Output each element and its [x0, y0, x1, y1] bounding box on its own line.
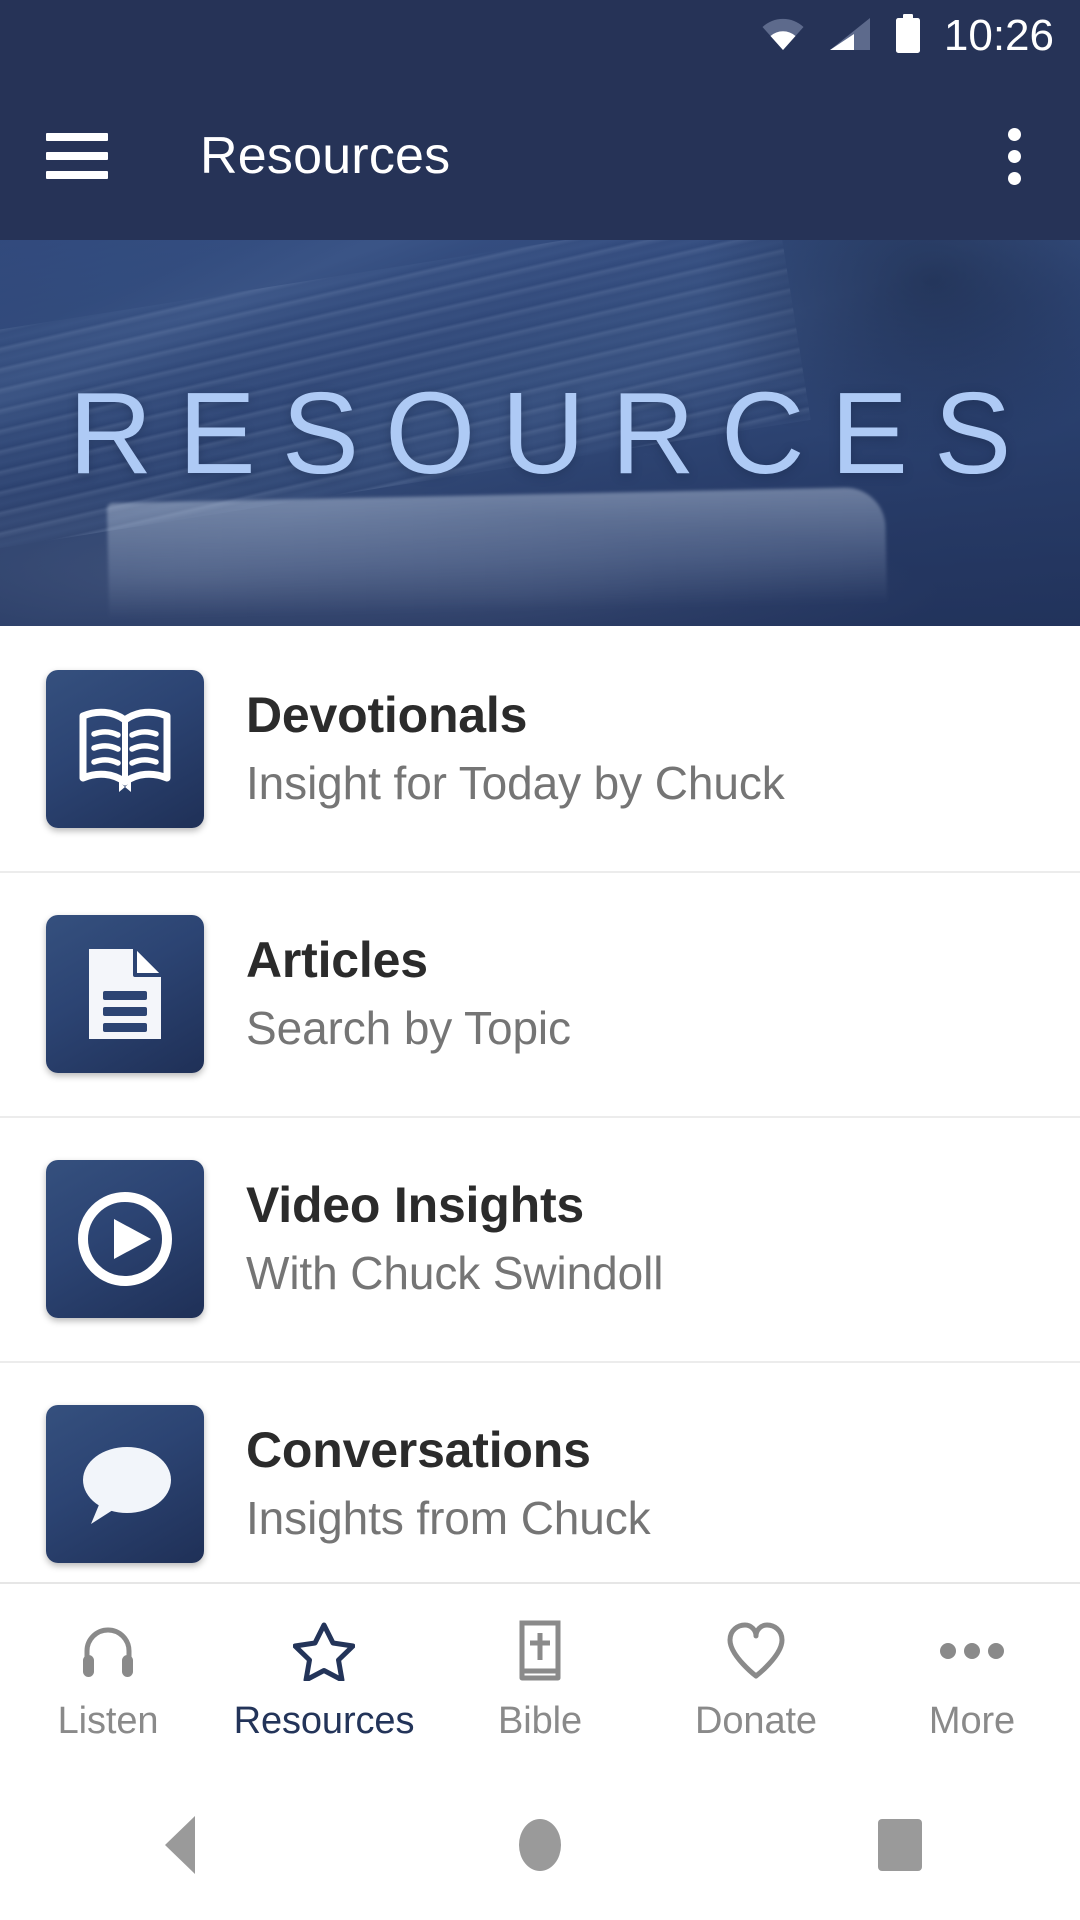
list-item-conversations[interactable]: Conversations Insights from Chuck	[0, 1361, 1080, 1582]
tile-conversations	[46, 1404, 204, 1563]
nav-item-listen[interactable]: Listen	[0, 1584, 216, 1770]
cellular-signal-icon	[828, 16, 872, 57]
wifi-icon	[760, 16, 806, 57]
speech-bubble-icon	[73, 1438, 177, 1530]
page-title: Resources	[200, 127, 451, 185]
recents-square-icon[interactable]	[820, 1795, 980, 1895]
list-item-text: Articles Search by Topic	[246, 931, 571, 1056]
list-item-articles[interactable]: Articles Search by Topic	[0, 871, 1080, 1116]
star-icon	[293, 1614, 355, 1688]
heart-icon	[725, 1614, 787, 1688]
list-item-subtitle: Search by Topic	[246, 1001, 571, 1054]
open-book-icon	[77, 704, 173, 794]
app-bar: Resources	[0, 72, 1080, 240]
bible-book-icon	[513, 1614, 567, 1688]
overflow-menu-icon[interactable]	[982, 124, 1046, 188]
hero-banner: RESOURCES	[0, 240, 1080, 626]
list-item-title: Articles	[246, 931, 428, 988]
home-circle-icon[interactable]	[460, 1795, 620, 1895]
android-system-navigation	[0, 1770, 1080, 1920]
tile-video-insights	[46, 1159, 204, 1318]
list-item-subtitle: Insight for Today by Chuck	[246, 756, 785, 809]
status-bar-icons	[760, 13, 922, 59]
hero-title: RESOURCES	[68, 368, 1038, 498]
nav-label: Listen	[57, 1700, 159, 1742]
nav-item-more[interactable]: More	[864, 1584, 1080, 1770]
list-item-title: Video Insights	[246, 1176, 584, 1233]
list-item-subtitle: Insights from Chuck	[246, 1491, 651, 1544]
more-ellipsis-icon	[939, 1614, 1005, 1688]
resources-list: Devotionals Insight for Today by Chuck A…	[0, 626, 1080, 1582]
battery-icon	[894, 13, 922, 59]
back-triangle-icon[interactable]	[100, 1795, 260, 1895]
list-item-subtitle: With Chuck Swindoll	[246, 1246, 664, 1299]
nav-item-donate[interactable]: Donate	[648, 1584, 864, 1770]
app-screen: 10:26 Resources RESOURCES Devotionals In…	[0, 0, 1080, 1920]
hamburger-menu-icon[interactable]	[46, 133, 108, 179]
document-icon	[81, 945, 169, 1043]
nav-label: Resources	[233, 1700, 415, 1742]
bottom-navigation: Listen Resources Bible Donate More	[0, 1582, 1080, 1770]
list-item-title: Conversations	[246, 1421, 591, 1478]
tile-devotionals	[46, 669, 204, 828]
list-item-text: Conversations Insights from Chuck	[246, 1421, 651, 1546]
list-item-video-insights[interactable]: Video Insights With Chuck Swindoll	[0, 1116, 1080, 1361]
nav-item-bible[interactable]: Bible	[432, 1584, 648, 1770]
list-item-title: Devotionals	[246, 686, 528, 743]
status-bar-clock: 10:26	[943, 11, 1054, 60]
nav-item-resources[interactable]: Resources	[216, 1584, 432, 1770]
status-bar: 10:26	[0, 0, 1080, 72]
headphones-icon	[78, 1614, 138, 1688]
list-item-text: Devotionals Insight for Today by Chuck	[246, 686, 785, 811]
nav-label: Bible	[498, 1700, 582, 1742]
list-item-text: Video Insights With Chuck Swindoll	[246, 1176, 663, 1301]
nav-label: More	[928, 1700, 1016, 1742]
nav-label: Donate	[695, 1700, 817, 1742]
hero-book-page-shape	[106, 486, 887, 619]
list-item-devotionals[interactable]: Devotionals Insight for Today by Chuck	[0, 626, 1080, 871]
play-circle-icon	[73, 1187, 177, 1291]
tile-articles	[46, 914, 204, 1073]
